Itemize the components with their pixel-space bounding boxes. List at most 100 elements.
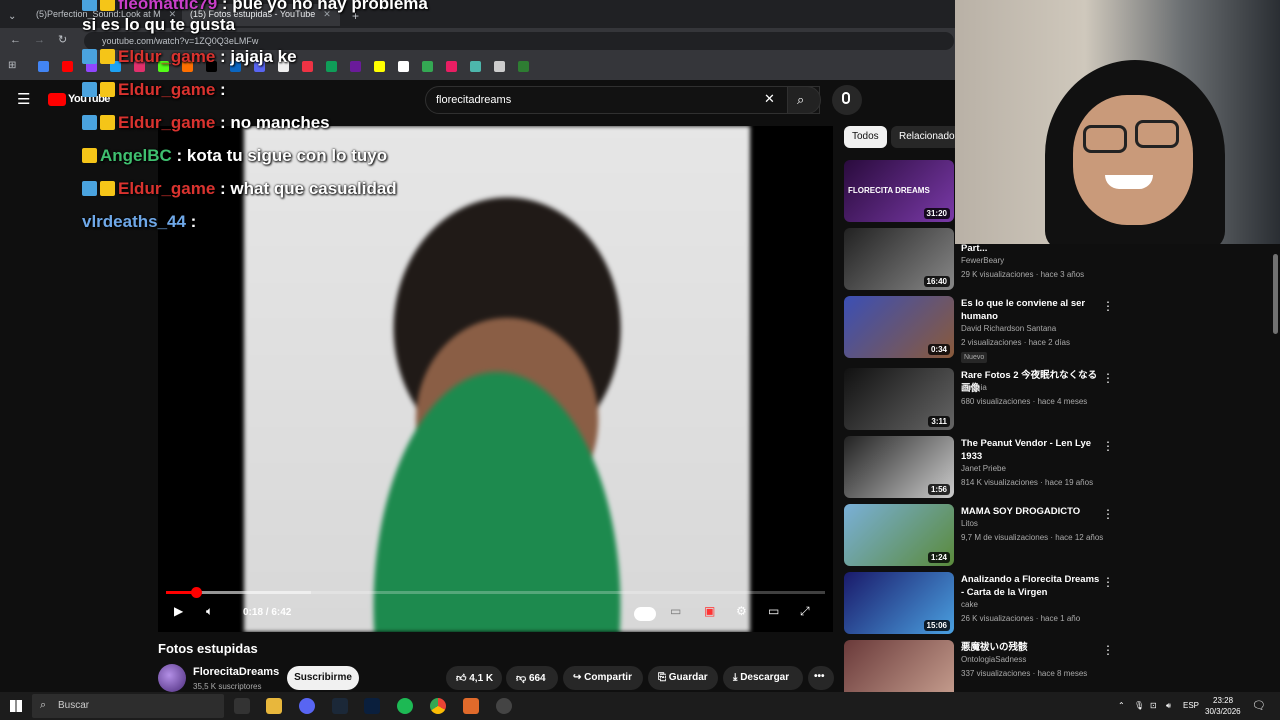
reload-icon[interactable]: ↻ xyxy=(58,33,67,46)
video-player[interactable]: ▶ 🔈︎ 0:18 / 6:42 ▭ ▣ ⚙ ▭ ⤢ xyxy=(158,126,833,632)
voice-search-button[interactable] xyxy=(832,85,862,115)
recommendation-title[interactable]: Es lo que le conviene al ser humano xyxy=(961,297,1101,323)
cast-icon[interactable]: ▣ xyxy=(704,604,715,624)
file-explorer-icon[interactable] xyxy=(266,698,282,714)
language-indicator[interactable]: ESP xyxy=(1183,701,1199,710)
bookmark-favicon-icon[interactable] xyxy=(374,61,385,72)
more-options-icon[interactable]: ⋮ xyxy=(1102,299,1114,313)
search-button[interactable]: ⌕ xyxy=(787,86,821,114)
chat-username: Eldur_game xyxy=(118,113,216,132)
download-button[interactable]: ⤓ Descargar xyxy=(723,666,803,690)
steam-icon[interactable] xyxy=(332,698,348,714)
chat-badge-icon xyxy=(82,49,97,64)
scrollbar-thumb[interactable] xyxy=(1273,254,1278,334)
spotify-icon[interactable] xyxy=(397,698,413,714)
recommendation-item[interactable]: 1:56 The Peanut Vendor - Len Lye 1933 Jane… xyxy=(844,436,1114,500)
discord-icon[interactable] xyxy=(299,698,315,714)
save-button[interactable]: ⎘ Guardar xyxy=(648,666,718,690)
autoplay-toggle[interactable] xyxy=(634,607,656,621)
back-icon[interactable]: ← xyxy=(10,34,21,46)
bookmark-favicon-icon[interactable] xyxy=(62,61,73,72)
subtitles-icon[interactable]: ▭ xyxy=(670,604,681,624)
bookmark-favicon-icon[interactable] xyxy=(350,61,361,72)
tab-search-dropdown[interactable]: ⌄ xyxy=(0,6,22,28)
more-options-icon[interactable]: ⋮ xyxy=(1102,507,1114,521)
page-scrollbar[interactable] xyxy=(1271,244,1280,692)
clear-search-icon[interactable]: ✕ xyxy=(764,91,775,107)
recommendation-item[interactable]: 1:24 MAMA SOY DROGADICTO Litos 9,7 M de vis… xyxy=(844,504,1114,568)
recommendation-channel[interactable]: cake xyxy=(961,600,978,609)
recommendation-title[interactable]: Analizando a Florecita Dreams - Carta de… xyxy=(961,573,1101,599)
bookmark-favicon-icon[interactable] xyxy=(398,61,409,72)
like-button[interactable]: 👍︎ 4,1 K xyxy=(446,666,502,690)
notifications-icon[interactable]: 🗨︎ xyxy=(1252,699,1266,712)
clock-time[interactable]: 23:28 xyxy=(1213,696,1233,705)
app-icon[interactable] xyxy=(463,698,479,714)
menu-icon[interactable]: ☰ xyxy=(17,90,30,108)
recommendation-channel[interactable]: Litos xyxy=(961,519,978,528)
chat-badge-icon xyxy=(100,0,115,11)
search-input[interactable]: florecitadreams xyxy=(425,86,820,114)
channel-name[interactable]: FlorecitaDreams xyxy=(193,666,279,678)
recommendation-thumbnail[interactable]: FLORECITA DREAMS 31:20 xyxy=(844,160,954,222)
more-options-icon[interactable]: ⋮ xyxy=(1102,439,1114,453)
theater-mode-icon[interactable]: ▭ xyxy=(768,604,779,624)
obs-icon[interactable] xyxy=(496,698,512,714)
video-frame[interactable] xyxy=(244,126,750,632)
bookmark-favicon-icon[interactable] xyxy=(422,61,433,72)
settings-icon[interactable]: ⚙ xyxy=(736,604,747,624)
recommendation-channel[interactable]: FewerBeary xyxy=(961,256,1004,265)
recommendation-item[interactable]: 0:34 Es lo que le conviene al ser humano D… xyxy=(844,296,1114,363)
bookmark-favicon-icon[interactable] xyxy=(302,61,313,72)
taskbar-search[interactable]: ⌕ Buscar xyxy=(32,694,224,718)
more-options-icon[interactable]: ⋮ xyxy=(1102,371,1114,385)
share-button[interactable]: ↪ Compartir xyxy=(563,666,643,690)
photoshop-icon[interactable] xyxy=(364,698,380,714)
recommendation-title[interactable]: MAMA SOY DROGADICTO xyxy=(961,505,1101,518)
recommendation-channel[interactable]: Janet Priebe xyxy=(961,464,1006,473)
volume-icon[interactable]: 🔈︎ xyxy=(206,604,213,624)
recommendation-thumbnail[interactable]: 1:24 xyxy=(844,504,954,566)
bookmark-favicon-icon[interactable] xyxy=(518,61,529,72)
recommendation-title[interactable]: The Peanut Vendor - Len Lye 1933 xyxy=(961,437,1101,463)
recommendation-channel[interactable]: somnia xyxy=(961,383,987,392)
speaker-icon[interactable]: 🔊︎ xyxy=(1166,701,1171,711)
windows-start-icon[interactable] xyxy=(10,700,22,712)
recommendation-thumbnail[interactable]: 1:56 xyxy=(844,436,954,498)
bookmark-favicon-icon[interactable] xyxy=(446,61,457,72)
more-options-icon[interactable]: ⋮ xyxy=(1102,643,1114,657)
scrubber-handle[interactable] xyxy=(190,587,202,598)
recommendation-title[interactable]: 悪魔祓いの残骸 xyxy=(961,641,1101,654)
dislike-button[interactable]: 👎︎ 664 xyxy=(506,666,558,690)
progress-bar[interactable] xyxy=(166,587,825,598)
play-icon[interactable]: ▶ xyxy=(174,604,183,624)
more-actions-button[interactable]: ••• xyxy=(808,666,834,690)
bookmark-favicon-icon[interactable] xyxy=(470,61,481,72)
recommendation-channel[interactable]: David Richardson Santana xyxy=(961,324,1056,333)
channel-avatar[interactable] xyxy=(158,664,186,692)
apps-icon[interactable]: ⊞ xyxy=(8,60,16,71)
recommendation-item[interactable]: 15:06 Analizando a Florecita Dreams - Car… xyxy=(844,572,1114,636)
bookmark-favicon-icon[interactable] xyxy=(494,61,505,72)
recommendation-thumbnail[interactable]: 16:40 xyxy=(844,228,954,290)
forward-icon[interactable]: → xyxy=(34,34,45,46)
duration-badge: 16:40 xyxy=(923,276,950,287)
recommendation-thumbnail[interactable]: 3:11 xyxy=(844,368,954,430)
subscribe-button[interactable]: Suscribirme xyxy=(287,666,359,690)
fullscreen-icon[interactable]: ⤢ xyxy=(800,604,810,624)
recommendation-thumbnail[interactable]: 15:06 xyxy=(844,572,954,634)
tray-chevron-icon[interactable]: ⌃ xyxy=(1118,701,1125,710)
more-options-icon[interactable]: ⋮ xyxy=(1102,575,1114,589)
youtube-logo-icon[interactable] xyxy=(48,93,66,106)
clock-date[interactable]: 30/3/2026 xyxy=(1205,707,1241,716)
recommendation-item[interactable]: 3:11 Rare Fotos 2 今夜眠れなくなる画像 somnia 680 vis… xyxy=(844,368,1114,432)
recommendation-thumbnail[interactable]: 0:34 xyxy=(844,296,954,358)
chrome-icon[interactable] xyxy=(430,698,446,714)
network-icon[interactable]: ⊡ xyxy=(1150,701,1157,710)
bookmark-favicon-icon[interactable] xyxy=(326,61,337,72)
chip-todos[interactable]: Todos xyxy=(844,126,887,148)
bookmark-favicon-icon[interactable] xyxy=(38,61,49,72)
recommendation-channel[interactable]: OntologiaSadness xyxy=(961,655,1026,664)
epic-games-icon[interactable] xyxy=(234,698,250,714)
mic-icon[interactable]: 🎙︎ xyxy=(1134,701,1144,710)
